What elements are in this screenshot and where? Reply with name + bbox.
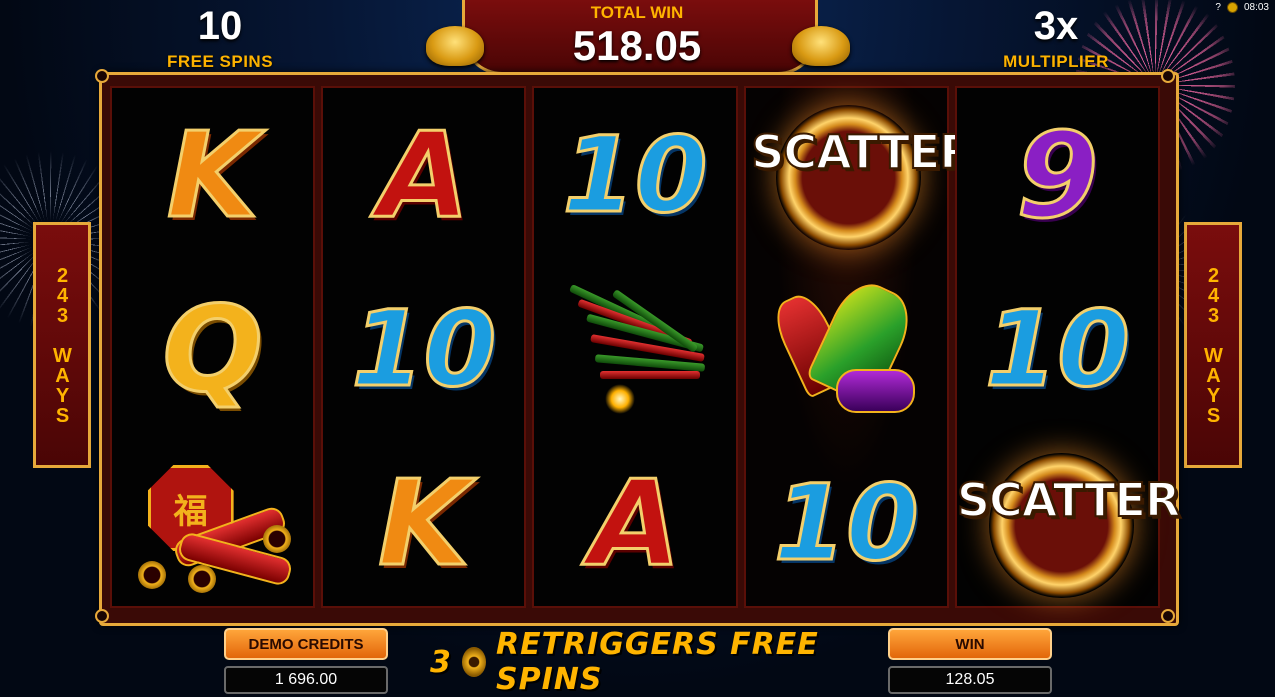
symbol-q: Q (161, 280, 264, 418)
ways-banner-right: 243 WAYS (1184, 222, 1242, 468)
symbol-firecrackers (534, 262, 735, 436)
symbol-10: 10 (772, 462, 920, 584)
ways-label-left: 243 WAYS (51, 265, 74, 425)
spark-icon (605, 384, 635, 414)
clock-time: 08:03 (1243, 1, 1269, 13)
multiplier-value: 3x (1033, 4, 1079, 48)
symbol-k: K (377, 454, 471, 592)
help-button[interactable]: ? (1215, 2, 1221, 13)
symbol-a: A (588, 454, 682, 592)
symbol-k: K (165, 106, 259, 244)
reel-5: 9 10 SCATTER (954, 86, 1181, 610)
firecrackers-icon (555, 284, 715, 414)
frame-rivet (1161, 609, 1175, 623)
lantern-icon: 福 (133, 453, 294, 593)
frame-rivet (95, 69, 109, 83)
multiplier-label: MULTIPLIER (1003, 52, 1109, 71)
coin-icon (1226, 1, 1238, 13)
total-win-label: TOTAL WIN (590, 3, 684, 22)
retrigger-message: 3 RETRIGGERS FREE SPINS (430, 627, 850, 697)
ways-banner-left: 243 WAYS (33, 222, 91, 468)
symbol-scatter: SCATTER (746, 88, 976, 262)
retrigger-count: 3 (430, 644, 452, 680)
free-spins-count: 10 (197, 4, 243, 48)
symbol-10: 10 (561, 114, 709, 236)
symbol-a: A (377, 106, 471, 244)
reel-grid: K Q 福 A 10 K 10 A SCATTER 10 9 10 SCATTE… (110, 86, 1181, 610)
symbol-rockets (746, 262, 947, 436)
reel-1: K Q 福 (110, 86, 316, 610)
demo-credits-button[interactable]: DEMO CREDITS (224, 628, 388, 660)
credits-value: 1 696.00 (224, 666, 388, 694)
cracker-tube-end (262, 525, 291, 553)
win-button[interactable]: WIN (888, 628, 1052, 660)
symbol-lantern-firecrackers: 福 (112, 436, 313, 610)
total-win-value: 518.05 (572, 22, 702, 69)
symbol-10: 10 (350, 288, 498, 410)
win-value: 128.05 (888, 666, 1052, 694)
frame-rivet (95, 609, 109, 623)
cracker-tube-end (187, 565, 216, 593)
frame-rivet (1161, 69, 1175, 83)
reel-4: SCATTER 10 (743, 86, 976, 608)
reel-2: A 10 K (321, 86, 527, 608)
coin-icon (461, 647, 486, 677)
ways-label-right: 243 WAYS (1202, 265, 1225, 425)
reel-3: 10 A (532, 86, 738, 608)
symbol-9: 9 (1015, 106, 1100, 244)
symbol-10: 10 (984, 288, 1132, 410)
cracker-tube-end (137, 561, 166, 589)
retrigger-text: RETRIGGERS FREE SPINS (495, 627, 819, 697)
symbol-scatter: SCATTER (956, 436, 1181, 610)
free-spins-label: FREE SPINS (166, 52, 274, 71)
rockets-icon (766, 273, 926, 419)
status-bar: ? 08:03 (1215, 0, 1269, 14)
